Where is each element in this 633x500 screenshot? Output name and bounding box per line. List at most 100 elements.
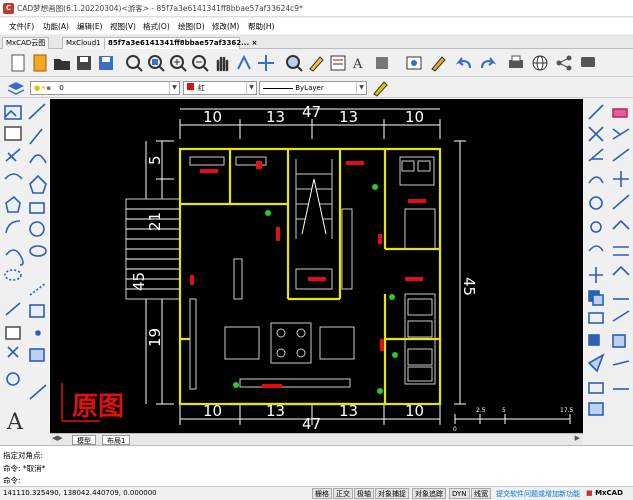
- command-history-2: 命令: *取消*: [3, 463, 45, 474]
- pencil-icon[interactable]: [306, 53, 326, 73]
- dim-top-2: 13: [266, 108, 285, 126]
- dim-left-1: 5: [146, 155, 164, 165]
- lineweight-pencil-icon[interactable]: [370, 78, 390, 98]
- zoom-in-icon[interactable]: [168, 53, 188, 73]
- pan-arrows-icon[interactable]: [256, 53, 276, 73]
- dim-right-total: 45: [460, 277, 478, 296]
- folder-icon[interactable]: [52, 53, 72, 73]
- modify-tools-icons: [587, 104, 630, 416]
- globe-icon[interactable]: [530, 53, 550, 73]
- color-swatch: [187, 83, 194, 90]
- undo-icon[interactable]: [454, 53, 474, 73]
- dim-top-4: 10: [405, 108, 424, 126]
- menu-view[interactable]: 视图(V): [110, 21, 136, 32]
- dim-top-total: 47: [302, 103, 321, 121]
- cmd-value: *取消*: [22, 464, 46, 473]
- new-file-icon[interactable]: [8, 53, 28, 73]
- zoom-extents-icon[interactable]: [146, 53, 166, 73]
- brand-text: MxCAD: [595, 489, 623, 497]
- pan-hand-icon[interactable]: [212, 53, 232, 73]
- layers-icon[interactable]: [6, 78, 26, 98]
- status-bar: 141110.325490, 138042.440709, 0.000000 栅…: [0, 486, 633, 500]
- scroll-right-icon[interactable]: ▶: [575, 434, 580, 442]
- layer-value: 0: [59, 84, 64, 92]
- dim-top-1: 10: [203, 108, 222, 126]
- draw-tools-icons: A: [4, 103, 47, 435]
- tab-label: MxCloud1: [66, 39, 101, 47]
- scale-label-2: 5: [502, 407, 506, 414]
- toggle-ortho[interactable]: 正交: [333, 488, 353, 499]
- save-icon[interactable]: [74, 53, 94, 73]
- zoom-previous-icon[interactable]: [284, 53, 304, 73]
- tab-nav-arrows[interactable]: ◀▶: [52, 434, 63, 442]
- cmd-prefix: 命令:: [3, 476, 21, 485]
- drawing-canvas[interactable]: 10 13 13 10 47 10 13 13 10 47 5 21 19 45…: [50, 99, 583, 433]
- toggle-polar[interactable]: 极轴: [354, 488, 374, 499]
- menu-function[interactable]: 功能(A): [43, 21, 69, 32]
- zoom-out-icon[interactable]: [190, 53, 210, 73]
- match-properties-icon[interactable]: [428, 53, 448, 73]
- tab-mxcloud1[interactable]: MxCloud1: [62, 37, 105, 49]
- redo-icon[interactable]: [478, 53, 498, 73]
- svg-text:A: A: [352, 57, 363, 72]
- dim-left-total: 45: [130, 272, 148, 291]
- scale-label-0: 0: [453, 426, 457, 433]
- toggle-otrack[interactable]: 对象追踪: [412, 488, 446, 499]
- print-icon[interactable]: [506, 53, 526, 73]
- menu-help[interactable]: 帮助(H): [248, 21, 275, 32]
- modify-toolbar: [583, 99, 633, 445]
- toggle-osnap[interactable]: 对象捕捉: [375, 488, 409, 499]
- dim-bottom-4: 10: [405, 402, 424, 420]
- color-select[interactable]: 红 ▼: [183, 81, 257, 95]
- tab-mxcad-cloud[interactable]: MxCAD云图: [2, 37, 50, 49]
- layer-tool-icon[interactable]: [404, 53, 424, 73]
- toggle-lineweight[interactable]: 线宽: [471, 488, 491, 499]
- menu-bar: 文件(F) 功能(A) 编辑(E) 视图(V) 格式(O) 绘图(D) 修改(M…: [0, 18, 633, 34]
- command-line: 指定对角点: 命令: *取消* 命令:: [0, 445, 633, 486]
- menu-edit[interactable]: 编辑(E): [77, 21, 103, 32]
- tab-current-drawing[interactable]: 85f7a3e6141341ff8bbae57af3362... ×: [104, 37, 257, 49]
- save-as-icon[interactable]: [96, 53, 116, 73]
- dim-bottom-3: 13: [339, 402, 358, 420]
- toggle-grid[interactable]: 栅格: [312, 488, 332, 499]
- open-file-icon[interactable]: [30, 53, 50, 73]
- snap-point-icon[interactable]: [234, 53, 254, 73]
- tab-layout1[interactable]: 布局1: [102, 435, 131, 445]
- feedback-link[interactable]: 提交软件问题或增加新功能: [496, 489, 580, 499]
- menu-file[interactable]: 文件(F): [9, 21, 34, 32]
- dim-bottom-2: 13: [266, 402, 285, 420]
- menu-format[interactable]: 格式(O): [143, 21, 170, 32]
- draw-toolbar: A: [0, 99, 50, 445]
- zoom-window-icon[interactable]: [124, 53, 144, 73]
- mxcad-logo-icon: ■: [586, 489, 593, 497]
- app-icon: C: [3, 3, 14, 14]
- original-image-label: 原图: [72, 392, 124, 422]
- line-sample: [263, 87, 293, 89]
- document-tab-bar: MxCAD云图 MxCloud1 85f7a3e6141341ff8bbae57…: [0, 35, 633, 49]
- layout-tab-bar: ◀▶ 模型 布局1 ▶: [50, 433, 583, 445]
- tab-label: 85f7a3e6141341ff8bbae57af3362...: [108, 39, 250, 47]
- dim-bottom-1: 10: [203, 402, 222, 420]
- title-bar: C CAD梦想画图(6.1.20220304)<游客> - 85f7a3e614…: [0, 0, 633, 17]
- color-value: 红: [198, 84, 205, 92]
- dim-left-2: 21: [146, 212, 164, 231]
- scale-label-1: 2.5: [476, 407, 486, 414]
- svg-text:A: A: [6, 410, 24, 435]
- linetype-select[interactable]: ByLayer ▼: [259, 81, 367, 95]
- command-history-1: 指定对角点:: [3, 451, 44, 460]
- scale-label-3: 17.5: [560, 407, 574, 414]
- dim-bottom-total: 47: [302, 415, 321, 433]
- layer-select[interactable]: ●☀▪ 0 ▼: [30, 81, 180, 95]
- main-toolbar: A: [0, 50, 633, 77]
- block-icon[interactable]: [372, 53, 392, 73]
- tab-model[interactable]: 模型: [72, 435, 96, 445]
- menu-draw[interactable]: 绘图(D): [178, 21, 205, 32]
- share-icon[interactable]: [554, 53, 574, 73]
- text-style-icon[interactable]: A: [350, 53, 370, 73]
- command-input[interactable]: 命令:: [3, 475, 630, 486]
- menu-modify[interactable]: 修改(M): [212, 21, 239, 32]
- close-tab-icon[interactable]: ×: [252, 39, 258, 47]
- toggle-dyn[interactable]: DYN: [449, 488, 470, 499]
- chat-icon[interactable]: [578, 53, 598, 73]
- properties-icon[interactable]: [328, 53, 348, 73]
